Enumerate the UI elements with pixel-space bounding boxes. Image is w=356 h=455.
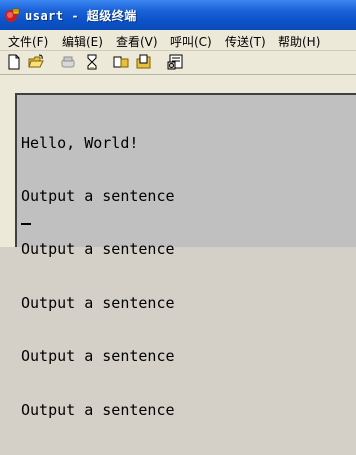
terminal-line: Output a sentence [21,400,175,419]
send-icon[interactable] [113,54,129,70]
connect-icon[interactable] [84,54,100,70]
menu-call[interactable]: 呼叫(C) [170,33,212,50]
text-cursor [21,223,31,225]
terminal-line: Output a sentence [21,293,175,312]
window-title: usart - 超级终端 [25,9,137,23]
title-bar[interactable]: usart - 超级终端 [0,0,356,31]
terminal-line: Hello, World! [21,133,139,152]
menu-help[interactable]: 帮助(H) [278,33,320,50]
new-icon[interactable] [6,54,22,70]
terminal-line: Output a sentence [21,240,175,259]
menu-transfer[interactable]: 传送(T) [225,33,266,50]
toolbar [0,51,356,75]
terminal-line: Output a sentence [21,347,175,366]
disconnect-icon[interactable] [60,54,76,70]
menu-edit[interactable]: 编辑(E) [62,33,103,50]
receive-icon[interactable] [136,54,152,70]
menu-file[interactable]: 文件(F) [8,33,48,50]
properties-icon[interactable] [167,54,183,70]
terminal-output[interactable]: Hello, World! Output a sentence Output a… [15,93,356,418]
menu-view[interactable]: 查看(V) [116,33,158,50]
terminal-line: Output a sentence [21,186,175,205]
hyperterminal-app-icon[interactable] [4,7,20,23]
open-icon[interactable] [28,54,44,70]
menu-bar: 文件(F) 编辑(E) 查看(V) 呼叫(C) 传送(T) 帮助(H) [0,30,356,51]
terminal-text: Hello, World! Output a sentence Output a… [21,99,175,455]
